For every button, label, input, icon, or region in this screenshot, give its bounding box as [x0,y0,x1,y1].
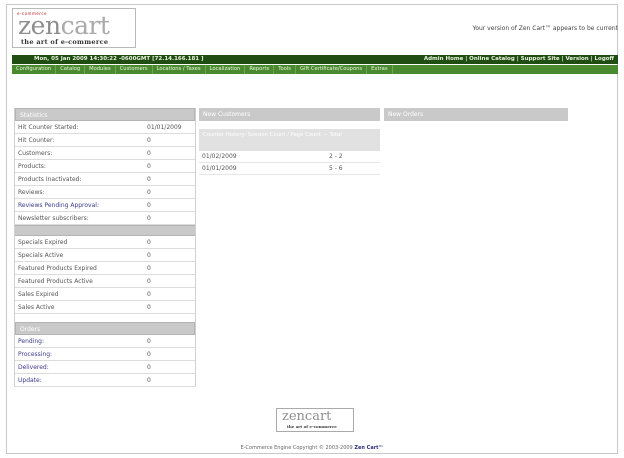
table-row: 01/01/2009 5 - 6 [199,163,380,175]
table-row: Products: 0 [15,160,195,173]
menu-item-catalog[interactable]: Catalog [56,65,86,74]
menu-item-gift-certificates[interactable]: Gift Certificate/Coupons [296,65,368,74]
orders-status-row[interactable]: Delivered: 0 [15,361,195,374]
menu-item-modules[interactable]: Modules [85,65,116,74]
zencart-link[interactable]: Zen Cart™ [354,445,383,451]
reviews-pending-row[interactable]: Reviews Pending Approval: 0 [15,199,195,212]
new-customers-panel: New Customers Counter History: Session C… [199,108,380,175]
table-row: Sales Active 0 [15,301,195,314]
table-row: Specials Expired 0 [15,236,195,249]
new-customers-heading: New Customers [199,108,380,121]
session-bar: Mon, 05 Jan 2009 14:30:22 -0600GMT [72.1… [12,55,618,64]
menu-item-extras[interactable]: Extras [367,65,393,74]
orders-status-row[interactable]: Pending: 0 [15,335,195,348]
logo-subtitle: the art of e-commerce [21,38,109,46]
orders-status-row[interactable]: Processing: 0 [15,348,195,361]
new-orders-panel: New Orders [384,108,568,121]
table-row: Featured Products Expired 0 [15,262,195,275]
table-row: Featured Products Active 0 [15,275,195,288]
menu-item-locations-taxes[interactable]: Locations / Taxes [153,65,206,74]
table-row: Customers: 0 [15,147,195,160]
session-info: Mon, 05 Jan 2009 14:30:22 -0600GMT [72.1… [34,56,204,62]
footer-logo[interactable]: zencart the art of e-commerce [276,408,354,432]
zencart-logo[interactable]: e-commerce zencart the art of e-commerce [12,8,136,48]
statistics-panel: Statistics Hit Counter Started: 01/01/200… [14,108,196,387]
version-status: Your version of Zen Cart™ appears to be … [472,25,618,32]
table-row: Reviews: 0 [15,186,195,199]
footer-copyright: E-Commerce Engine Copyright © 2003-2009 … [240,445,384,451]
footer-logo-wordmark: zencart [282,409,332,424]
table-row: Sales Expired 0 [15,288,195,301]
admin-links[interactable]: Admin Home | Online Catalog | Support Si… [424,55,614,64]
table-row: Products Inactivated: 0 [15,173,195,186]
menu-item-customers[interactable]: Customers [116,65,153,74]
statistics-heading: Statistics [15,108,195,121]
specials-heading [15,225,195,236]
logo-wordmark: zencart [18,11,110,40]
main-menu: Configuration Catalog Modules Customers … [12,65,618,74]
table-row: Hit Counter: 0 [15,134,195,147]
menu-item-tools[interactable]: Tools [274,65,296,74]
new-orders-heading: New Orders [384,108,568,121]
menu-item-configuration[interactable]: Configuration [12,65,57,74]
orders-heading: Orders [15,322,195,335]
table-row: Newsletter subscribers: 0 [15,212,195,225]
counter-history-heading: Counter History: Session Count / Page Co… [199,129,380,151]
footer-logo-subtitle: the art of e-commerce [287,424,337,429]
menu-item-localization[interactable]: Localization [206,65,246,74]
menu-item-reports[interactable]: Reports [245,65,275,74]
orders-status-row[interactable]: Update: 0 [15,374,195,387]
table-row: Hit Counter Started: 01/01/2009 [15,121,195,134]
table-row: Specials Active 0 [15,249,195,262]
table-row: 01/02/2009 2 - 2 [199,151,380,163]
